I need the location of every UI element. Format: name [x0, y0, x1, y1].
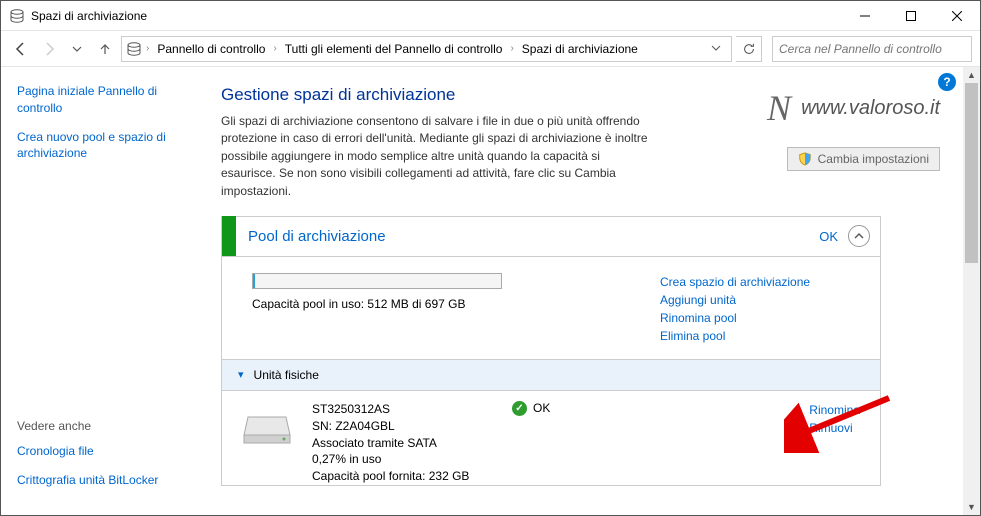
scroll-down-arrow[interactable]: ▼ [963, 499, 980, 515]
drive-connection: Associato tramite SATA [312, 435, 492, 452]
physical-drives-body: ST3250312AS SN: Z2A04GBL Associato trami… [222, 391, 880, 485]
breadcrumb-sep: › [146, 43, 149, 54]
storage-pool: Pool di archiviazione OK Capacità pool i… [221, 216, 881, 486]
window-title: Spazi di archiviazione [31, 9, 842, 23]
capacity-bar [252, 273, 502, 289]
sidebar: Pagina iniziale Pannello di controllo Cr… [1, 67, 201, 515]
back-button[interactable] [9, 37, 33, 61]
refresh-button[interactable] [736, 36, 762, 62]
breadcrumb-item[interactable]: Tutti gli elementi del Pannello di contr… [281, 40, 507, 58]
pool-status: OK [819, 229, 838, 244]
drive-info: ST3250312AS SN: Z2A04GBL Associato trami… [312, 401, 492, 485]
sidebar-new-pool-link[interactable]: Crea nuovo pool e spazio di archiviazion… [17, 129, 185, 163]
capacity-text: Capacità pool in uso: 512 MB di 697 GB [252, 297, 660, 311]
physical-drives-header[interactable]: ▾ Unità fisiche [222, 359, 880, 391]
scroll-thumb[interactable] [965, 83, 978, 263]
content-area: Pagina iniziale Pannello di controllo Cr… [1, 67, 980, 515]
create-space-link[interactable]: Crea spazio di archiviazione [660, 273, 860, 291]
pool-body: Capacità pool in uso: 512 MB di 697 GB C… [222, 257, 880, 359]
shield-icon [798, 152, 812, 166]
ok-icon: ✓ [512, 401, 527, 416]
drive-status-text: OK [533, 401, 550, 415]
drive-capacity: Capacità pool fornita: 232 GB [312, 468, 492, 485]
help-icon[interactable]: ? [938, 73, 956, 91]
maximize-button[interactable] [888, 1, 934, 31]
app-icon [9, 8, 25, 24]
search-box[interactable] [772, 36, 972, 62]
title-bar: Spazi di archiviazione [1, 1, 980, 31]
page-description: Gli spazi di archiviazione consentono di… [221, 113, 651, 200]
drive-model: ST3250312AS [312, 401, 492, 418]
drive-rename-link[interactable]: Rinomina [809, 401, 860, 419]
chevron-down-icon: ▾ [238, 368, 244, 381]
breadcrumb-item[interactable]: Pannello di controllo [153, 40, 269, 58]
drive-status: ✓ OK [512, 401, 789, 485]
search-input[interactable] [779, 42, 965, 56]
drive-icon [242, 407, 292, 447]
up-button[interactable] [93, 37, 117, 61]
nav-bar: › Pannello di controllo › Tutti gli elem… [1, 31, 980, 67]
watermark-logo: N [767, 87, 791, 129]
watermark-text: www.valoroso.it [801, 97, 940, 120]
close-button[interactable] [934, 1, 980, 31]
minimize-button[interactable] [842, 1, 888, 31]
sidebar-filehistory-link[interactable]: Cronologia file [17, 443, 197, 460]
watermark: N www.valoroso.it [767, 87, 940, 129]
rename-pool-link[interactable]: Rinomina pool [660, 309, 860, 327]
location-icon [126, 41, 142, 57]
collapse-button[interactable] [848, 225, 870, 247]
drive-usage: 0,27% in uso [312, 451, 492, 468]
physical-drives-label: Unità fisiche [254, 368, 319, 382]
change-settings-button[interactable]: Cambia impostazioni [787, 147, 940, 171]
breadcrumb-sep: › [273, 43, 276, 54]
main-panel: ? Gestione spazi di archiviazione Gli sp… [201, 67, 980, 515]
scroll-up-arrow[interactable]: ▲ [963, 67, 980, 83]
address-dropdown[interactable] [705, 42, 727, 56]
pool-name[interactable]: Pool di archiviazione [248, 228, 819, 245]
pool-status-bar [222, 216, 236, 256]
forward-button[interactable] [37, 37, 61, 61]
delete-pool-link[interactable]: Elimina pool [660, 327, 860, 345]
scrollbar[interactable]: ▲ ▼ [963, 67, 980, 515]
drive-remove-link[interactable]: Rimuovi [809, 419, 860, 437]
drive-serial: SN: Z2A04GBL [312, 418, 492, 435]
sidebar-bitlocker-link[interactable]: Crittografia unità BitLocker [17, 472, 197, 489]
see-also-heading: Vedere anche [17, 419, 197, 433]
recent-button[interactable] [65, 37, 89, 61]
add-drive-link[interactable]: Aggiungi unità [660, 291, 860, 309]
breadcrumb-item[interactable]: Spazi di archiviazione [518, 40, 642, 58]
breadcrumb-sep: › [510, 43, 513, 54]
address-bar[interactable]: › Pannello di controllo › Tutti gli elem… [121, 36, 732, 62]
sidebar-home-link[interactable]: Pagina iniziale Pannello di controllo [17, 83, 185, 117]
change-settings-label: Cambia impostazioni [818, 152, 929, 166]
pool-header: Pool di archiviazione OK [222, 217, 880, 257]
